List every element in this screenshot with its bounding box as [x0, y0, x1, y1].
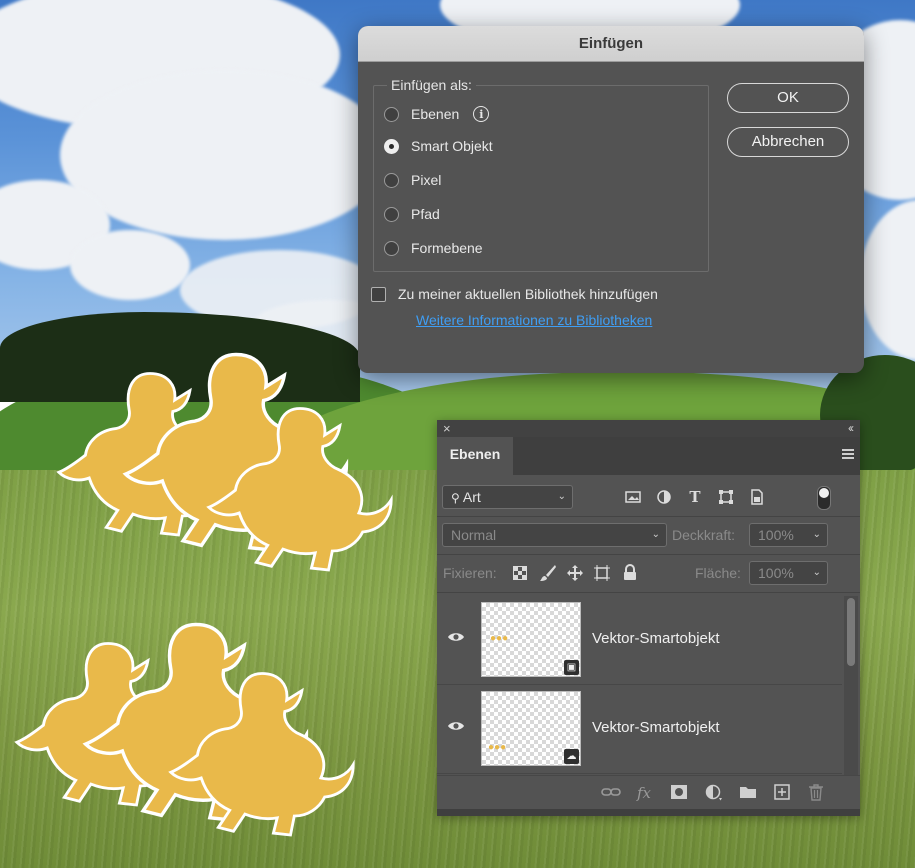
option-label: Ebenen	[411, 106, 460, 122]
opacity-label: Deckkraft:	[672, 527, 736, 543]
radio-formebene[interactable]	[384, 240, 399, 256]
radio-pfad[interactable]	[384, 206, 399, 222]
option-smart-objekt[interactable]: Smart Objekt	[384, 135, 493, 157]
filter-kind-value: Art	[462, 489, 481, 505]
chevron-down-icon: ⌄	[651, 529, 660, 540]
mask-icon[interactable]	[670, 784, 688, 800]
new-layer-icon[interactable]	[774, 784, 790, 800]
cancel-button[interactable]: Abbrechen	[727, 127, 849, 157]
library-checkbox[interactable]	[371, 286, 386, 302]
radio-ebenen[interactable]	[384, 106, 399, 122]
panel-footer	[437, 809, 860, 816]
option-label: Pixel	[411, 172, 442, 188]
filter-toggle[interactable]	[817, 486, 831, 510]
layer-thumbnail: ●●● ☁	[481, 691, 581, 766]
layer-thumbnail: ●●● ▣	[481, 602, 581, 677]
adjustment-filter-icon[interactable]	[655, 488, 673, 506]
close-icon[interactable]: ×	[443, 420, 451, 437]
option-label: Pfad	[411, 206, 440, 222]
opacity-value: 100%	[758, 527, 794, 543]
image-filter-icon[interactable]	[624, 488, 642, 506]
layers-list: ●●● ▣ Vektor-Smartobjekt ●●● ☁ Vektor-Sm…	[437, 596, 860, 775]
adjustment-layer-icon[interactable]	[705, 784, 723, 802]
layer-row[interactable]: ●●● ▣ Vektor-Smartobjekt	[437, 596, 842, 685]
cloud-smart-object-icon: ☁	[564, 749, 579, 764]
ok-button[interactable]: OK	[727, 83, 849, 113]
shape-filter-icon[interactable]	[717, 488, 735, 506]
eye-icon[interactable]	[447, 631, 465, 643]
layer-name[interactable]: Vektor-Smartobjekt	[592, 719, 720, 736]
fill-value: 100%	[758, 565, 794, 581]
blend-mode-value: Normal	[451, 527, 497, 543]
group-folder-icon[interactable]	[739, 784, 757, 800]
option-label: Formebene	[411, 240, 483, 256]
radio-smart-objekt[interactable]	[384, 138, 399, 154]
divider	[437, 516, 860, 517]
info-icon[interactable]: i	[473, 106, 490, 122]
fill-field[interactable]: 100% ⌄	[749, 561, 828, 585]
paste-dialog: Einfügen Einfügen als: Ebenen i Smart Ob…	[358, 26, 864, 373]
eye-icon[interactable]	[447, 720, 465, 732]
lock-position-move-icon[interactable]	[566, 564, 584, 582]
library-checkbox-row[interactable]: Zu meiner aktuellen Bibliothek hinzufüge…	[371, 286, 658, 302]
tab-ebenen[interactable]: Ebenen	[437, 437, 513, 475]
lock-pixels-brush-icon[interactable]	[539, 564, 557, 582]
layers-toolbar: fx	[437, 775, 860, 810]
library-info-link[interactable]: Weitere Informationen zu Bibliotheken	[416, 312, 652, 328]
filter-kind-select[interactable]: ⚲ Art ⌄	[442, 485, 573, 509]
layers-panel: × ‹‹ Ebenen ⚲ Art ⌄ T Normal ⌄ Deckkraft…	[437, 420, 860, 816]
option-ebenen[interactable]: Ebenen i	[384, 103, 490, 125]
fx-icon[interactable]: fx	[637, 784, 651, 802]
search-icon: ⚲	[451, 491, 460, 505]
duck-thumbnail-mark: ●●●	[490, 633, 509, 644]
chevron-down-icon: ⌄	[812, 529, 821, 540]
scroll-thumb[interactable]	[847, 598, 855, 666]
option-formebene[interactable]: Formebene	[384, 237, 483, 259]
duck-thumbnail-mark: ●●●	[488, 742, 507, 753]
fill-label: Fläche:	[695, 565, 741, 581]
option-pfad[interactable]: Pfad	[384, 203, 440, 225]
lock-artboard-icon[interactable]	[593, 564, 611, 582]
lock-all-icon[interactable]	[623, 564, 637, 581]
divider	[437, 592, 860, 593]
option-label: Smart Objekt	[411, 138, 493, 154]
panel-tab-bar: Ebenen	[437, 437, 860, 475]
lock-transparency-icon[interactable]	[513, 566, 527, 580]
layer-row[interactable]: ●●● ☁ Vektor-Smartobjekt	[437, 685, 842, 774]
type-filter-icon[interactable]: T	[686, 488, 704, 506]
smartobject-filter-icon[interactable]	[748, 488, 766, 506]
collapse-icon[interactable]: ‹‹	[848, 420, 854, 437]
panel-header: × ‹‹	[437, 420, 860, 437]
library-checkbox-label: Zu meiner aktuellen Bibliothek hinzufüge…	[398, 286, 658, 302]
layer-name[interactable]: Vektor-Smartobjekt	[592, 630, 720, 647]
option-pixel[interactable]: Pixel	[384, 169, 441, 191]
paste-as-group: Einfügen als: Ebenen i Smart Objekt Pixe…	[373, 77, 709, 272]
delete-icon[interactable]	[808, 784, 824, 801]
paste-as-label: Einfügen als:	[387, 77, 476, 93]
divider	[437, 554, 860, 555]
link-layers-icon[interactable]	[601, 784, 621, 800]
radio-pixel[interactable]	[384, 172, 399, 188]
smart-object-icon: ▣	[564, 660, 579, 675]
layers-scrollbar[interactable]	[844, 596, 858, 775]
chevron-down-icon: ⌄	[557, 491, 566, 502]
blend-mode-select[interactable]: Normal ⌄	[442, 523, 667, 547]
panel-menu-icon[interactable]	[842, 449, 854, 461]
chevron-down-icon: ⌄	[812, 567, 821, 578]
opacity-field[interactable]: 100% ⌄	[749, 523, 828, 547]
lock-label: Fixieren:	[443, 565, 497, 581]
dialog-title: Einfügen	[358, 26, 864, 62]
